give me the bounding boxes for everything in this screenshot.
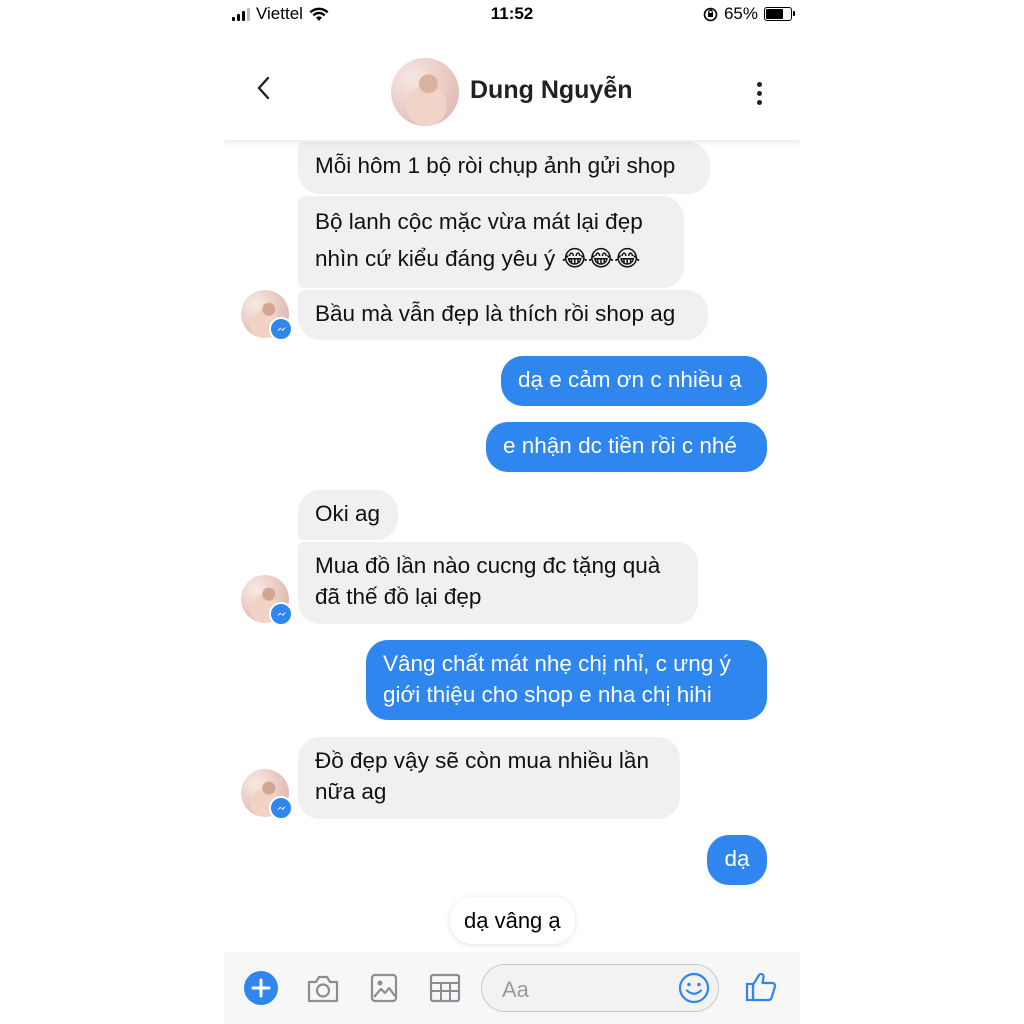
- message-bubble[interactable]: e nhận dc tiền rồi c nhé: [486, 422, 767, 472]
- back-icon[interactable]: [252, 72, 276, 104]
- message-bubble[interactable]: Mỗi hôm 1 bộ ròi chụp ảnh gửi shop: [298, 142, 710, 194]
- sender-avatar[interactable]: [241, 290, 293, 341]
- message-bubble[interactable]: Bộ lanh cộc mặc vừa mát lại đẹp nhìn cứ …: [298, 196, 684, 288]
- message-text: Mua đồ lần nào cucng đc tặng quà: [315, 553, 661, 578]
- more-icon[interactable]: [756, 82, 762, 105]
- quick-reply-label: dạ vâng ạ: [464, 908, 561, 933]
- message-text: nhìn cứ kiểu đáng yêu ý 😂😂😂: [315, 246, 641, 271]
- message-text: dạ: [724, 846, 750, 871]
- message-text: Vâng chất mát nhẹ chị nhỉ, c ưng ý: [383, 651, 731, 676]
- message-bubble[interactable]: Đồ đẹp vậy sẽ còn mua nhiều lần nữa ag: [298, 737, 680, 819]
- message-text: đã thế đồ lại đẹp: [315, 584, 482, 609]
- status-bar: Viettel 11:52 65%: [224, 0, 800, 30]
- image-icon[interactable]: [370, 973, 398, 1003]
- orientation-lock-icon: [703, 7, 718, 21]
- message-text: giới thiệu cho shop e nha chị hihi: [383, 682, 712, 707]
- status-right: 65%: [703, 4, 795, 24]
- message-input-placeholder: Aa: [502, 977, 529, 1002]
- message-text: Bầu mà vẫn đẹp là thích rồi shop ag: [315, 301, 676, 326]
- contact-avatar[interactable]: [391, 58, 459, 126]
- plus-icon[interactable]: [244, 971, 278, 1005]
- like-icon[interactable]: [745, 971, 777, 1003]
- quick-reply-chip[interactable]: dạ vâng ạ: [450, 897, 575, 944]
- message-text: Bộ lanh cộc mặc vừa mát lại đẹp: [315, 209, 643, 234]
- battery-icon: [764, 7, 795, 21]
- message-text: dạ e cảm ơn c nhiều ạ: [518, 367, 742, 392]
- messenger-icon: [269, 796, 293, 820]
- message-bubble[interactable]: Oki ag: [298, 490, 398, 540]
- contact-name[interactable]: Dung Nguyễn: [470, 76, 633, 105]
- message-text: nữa ag: [315, 779, 387, 804]
- conversation-header: Dung Nguyễn: [224, 30, 800, 140]
- sender-avatar[interactable]: [241, 769, 293, 820]
- battery-percent: 65%: [723, 4, 758, 23]
- message-text: Oki ag: [315, 501, 381, 526]
- messenger-icon: [269, 602, 293, 626]
- message-text: e nhận dc tiền rồi c nhé: [503, 433, 737, 458]
- message-input[interactable]: Aa: [481, 964, 719, 1012]
- messenger-icon: [269, 317, 293, 341]
- camera-icon[interactable]: [306, 974, 340, 1004]
- grid-icon[interactable]: [429, 973, 461, 1003]
- message-bubble[interactable]: dạ: [707, 835, 767, 885]
- emoji-icon[interactable]: [678, 972, 710, 1004]
- message-text: Mỗi hôm 1 bộ ròi chụp ảnh gửi shop: [315, 153, 676, 178]
- message-bubble[interactable]: Bầu mà vẫn đẹp là thích rồi shop ag: [298, 290, 708, 340]
- phone-screen: Viettel 11:52 65% Dung Nguyễn Mỗi hôm 1 …: [224, 0, 800, 1024]
- message-bubble[interactable]: dạ e cảm ơn c nhiều ạ: [501, 356, 767, 406]
- sender-avatar[interactable]: [241, 575, 293, 626]
- message-text: Đồ đẹp vậy sẽ còn mua nhiều lần: [315, 748, 649, 773]
- message-bubble[interactable]: Vâng chất mát nhẹ chị nhỉ, c ưng ý giới …: [366, 640, 767, 720]
- composer-bar: Aa: [224, 952, 800, 1024]
- message-bubble[interactable]: Mua đồ lần nào cucng đc tặng quà đã thế …: [298, 542, 698, 624]
